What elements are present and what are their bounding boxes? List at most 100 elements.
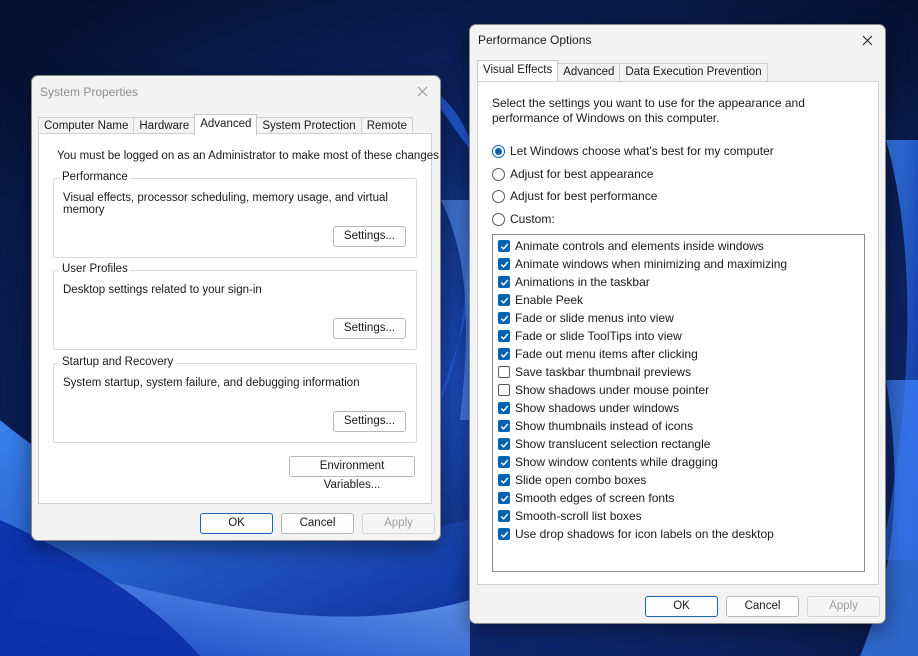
radio-label: Custom:: [510, 212, 555, 226]
checkbox[interactable]: [498, 402, 510, 414]
tab-advanced[interactable]: Advanced: [557, 63, 621, 81]
ok-button[interactable]: OK: [200, 513, 273, 534]
checkbox[interactable]: [498, 312, 510, 324]
apply-button[interactable]: Apply: [362, 513, 435, 534]
performance-settings-button[interactable]: Settings...: [333, 226, 406, 247]
performance-options-tabs: Visual Effects Advanced Data Execution P…: [477, 60, 768, 81]
checkmark-icon: [500, 423, 508, 430]
close-button[interactable]: [410, 80, 434, 102]
effect-checkbox-row[interactable]: Show shadows under windows: [493, 399, 864, 417]
advanced-tab-panel: You must be logged on as an Administrato…: [38, 133, 440, 504]
checkbox-label: Save taskbar thumbnail previews: [515, 365, 692, 379]
checkbox[interactable]: [498, 258, 510, 270]
checkbox-label: Smooth edges of screen fonts: [515, 491, 675, 505]
checkbox[interactable]: [498, 474, 510, 486]
effect-checkbox-row[interactable]: Use drop shadows for icon labels on the …: [493, 525, 864, 543]
startup-recovery-description: System startup, system failure, and debu…: [63, 377, 360, 389]
user-profiles-description: Desktop settings related to your sign-in: [63, 284, 262, 296]
radio-custom[interactable]: Custom:: [492, 212, 555, 226]
effect-checkbox-row[interactable]: Save taskbar thumbnail previews: [493, 363, 864, 381]
startup-recovery-group-label: Startup and Recovery: [60, 356, 176, 368]
intro-text: Select the settings you want to use for …: [492, 96, 805, 126]
close-button[interactable]: [855, 29, 879, 51]
tab-data-execution-prevention[interactable]: Data Execution Prevention: [619, 63, 768, 81]
radio-button[interactable]: [492, 144, 505, 158]
visual-effects-list[interactable]: Animate controls and elements inside win…: [492, 234, 865, 572]
tab-advanced[interactable]: Advanced: [194, 114, 258, 135]
radio-button[interactable]: [492, 167, 505, 181]
checkbox[interactable]: [498, 294, 510, 306]
checkbox-label: Enable Peek: [515, 293, 584, 307]
effect-checkbox-row[interactable]: Animations in the taskbar: [493, 273, 864, 291]
effect-checkbox-row[interactable]: Animate controls and elements inside win…: [493, 237, 864, 255]
checkbox[interactable]: [498, 492, 510, 504]
system-properties-tabs: Computer Name Hardware Advanced System P…: [38, 114, 413, 135]
environment-variables-button[interactable]: Environment Variables...: [289, 456, 415, 491]
checkmark-icon: [500, 261, 508, 268]
user-profiles-group-label: User Profiles: [60, 263, 130, 275]
cancel-button[interactable]: Cancel: [726, 596, 799, 617]
radio-let-windows-choose[interactable]: Let Windows choose what's best for my co…: [492, 144, 774, 158]
checkbox[interactable]: [498, 438, 510, 450]
visual-effects-panel: Select the settings you want to use for …: [477, 81, 879, 585]
checkbox[interactable]: [498, 510, 510, 522]
effect-checkbox-row[interactable]: Show window contents while dragging: [493, 453, 864, 471]
radio-best-performance[interactable]: Adjust for best performance: [492, 189, 657, 203]
effect-checkbox-row[interactable]: Enable Peek: [493, 291, 864, 309]
effect-checkbox-row[interactable]: Smooth edges of screen fonts: [493, 489, 864, 507]
effect-checkbox-row[interactable]: Show translucent selection rectangle: [493, 435, 864, 453]
close-icon: [417, 86, 427, 96]
checkmark-icon: [500, 477, 508, 484]
performance-options-titlebar[interactable]: Performance Options: [470, 25, 885, 55]
checkbox-label: Show window contents while dragging: [515, 455, 718, 469]
ok-button[interactable]: OK: [645, 596, 718, 617]
effect-checkbox-row[interactable]: Animate windows when minimizing and maxi…: [493, 255, 864, 273]
checkbox[interactable]: [498, 276, 510, 288]
checkbox-label: Animate controls and elements inside win…: [515, 239, 764, 253]
checkbox[interactable]: [498, 384, 510, 396]
checkmark-icon: [500, 405, 508, 412]
radio-button[interactable]: [492, 189, 505, 203]
checkmark-icon: [500, 315, 508, 322]
startup-recovery-group: Startup and Recovery System startup, sys…: [53, 356, 417, 443]
admin-note: You must be logged on as an Administrato…: [57, 150, 441, 162]
radio-best-appearance[interactable]: Adjust for best appearance: [492, 167, 653, 181]
apply-button[interactable]: Apply: [807, 596, 880, 617]
effect-checkbox-row[interactable]: Fade or slide menus into view: [493, 309, 864, 327]
checkmark-icon: [500, 243, 508, 250]
radio-button[interactable]: [492, 212, 505, 226]
checkbox[interactable]: [498, 528, 510, 540]
checkbox-label: Fade or slide ToolTips into view: [515, 329, 682, 343]
checkbox-label: Show translucent selection rectangle: [515, 437, 711, 451]
cancel-button[interactable]: Cancel: [281, 513, 354, 534]
checkbox[interactable]: [498, 348, 510, 360]
performance-description: Visual effects, processor scheduling, me…: [63, 192, 388, 216]
effect-checkbox-row[interactable]: Slide open combo boxes: [493, 471, 864, 489]
checkmark-icon: [500, 441, 508, 448]
effect-checkbox-row[interactable]: Fade or slide ToolTips into view: [493, 327, 864, 345]
checkmark-icon: [500, 297, 508, 304]
checkbox[interactable]: [498, 366, 510, 378]
checkmark-icon: [500, 495, 508, 502]
system-properties-window: System Properties Computer Name Hardware…: [31, 75, 441, 541]
effect-checkbox-row[interactable]: Show thumbnails instead of icons: [493, 417, 864, 435]
checkmark-icon: [500, 333, 508, 340]
effect-checkbox-row[interactable]: Show shadows under mouse pointer: [493, 381, 864, 399]
checkbox[interactable]: [498, 240, 510, 252]
close-icon: [862, 35, 872, 45]
effect-checkbox-row[interactable]: Fade out menu items after clicking: [493, 345, 864, 363]
user-profiles-settings-button[interactable]: Settings...: [333, 318, 406, 339]
checkbox[interactable]: [498, 330, 510, 342]
tab-visual-effects[interactable]: Visual Effects: [477, 60, 559, 81]
performance-group: Performance Visual effects, processor sc…: [53, 171, 417, 258]
radio-label: Adjust for best performance: [510, 189, 658, 203]
system-properties-titlebar[interactable]: System Properties: [32, 76, 440, 106]
checkbox[interactable]: [498, 456, 510, 468]
checkbox-label: Show thumbnails instead of icons: [515, 419, 694, 433]
effect-checkbox-row[interactable]: Smooth-scroll list boxes: [493, 507, 864, 525]
checkbox-label: Fade or slide menus into view: [515, 311, 674, 325]
checkmark-icon: [500, 279, 508, 286]
checkbox[interactable]: [498, 420, 510, 432]
radio-label: Adjust for best appearance: [510, 167, 654, 181]
startup-recovery-settings-button[interactable]: Settings...: [333, 411, 406, 432]
